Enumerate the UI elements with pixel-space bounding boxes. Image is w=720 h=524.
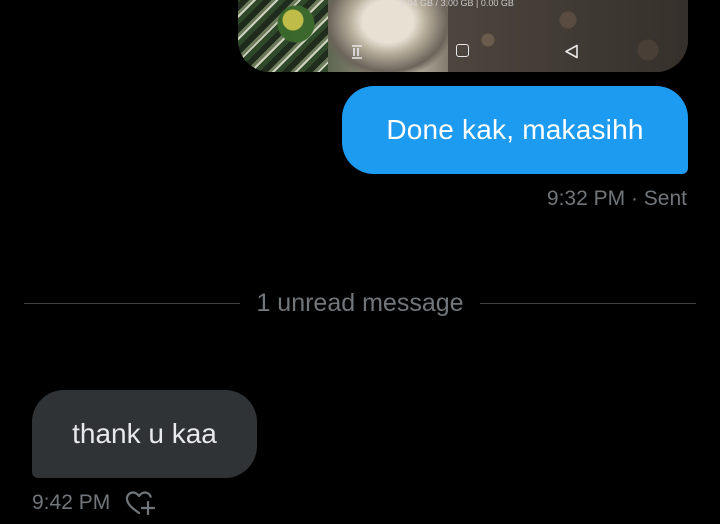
add-reaction-button[interactable] [124, 489, 158, 517]
divider-line-left [24, 302, 241, 304]
received-message-text: thank u kaa [72, 418, 217, 449]
unread-divider-label: 1 unread message [256, 288, 464, 317]
received-message-meta: 9:42 PM [32, 489, 158, 517]
recents-icon [349, 44, 365, 63]
image-attachment[interactable]: 1.04 GB / 3.00 GB | 0.00 GB [238, 0, 688, 72]
divider-line-right [479, 302, 696, 304]
received-message-time: 9:42 PM [32, 491, 111, 514]
back-icon [564, 44, 579, 62]
unread-divider: 1 unread message [24, 285, 696, 321]
received-message-bubble[interactable]: thank u kaa [32, 390, 257, 478]
sent-message-text: Done kak, makasihh [386, 114, 644, 145]
sent-message-status: Sent [643, 187, 687, 210]
image-caption: 1.04 GB / 3.00 GB | 0.00 GB [400, 0, 514, 8]
sent-message-time: 9:32 PM [546, 187, 626, 210]
heart-plus-icon [126, 491, 156, 516]
screenshot-navbar [238, 40, 688, 70]
sent-message-meta: 9:32 PM · Sent [547, 187, 687, 211]
sent-message-bubble[interactable]: Done kak, makasihh [342, 86, 688, 174]
meta-separator: · [630, 187, 644, 210]
home-icon [456, 44, 469, 57]
